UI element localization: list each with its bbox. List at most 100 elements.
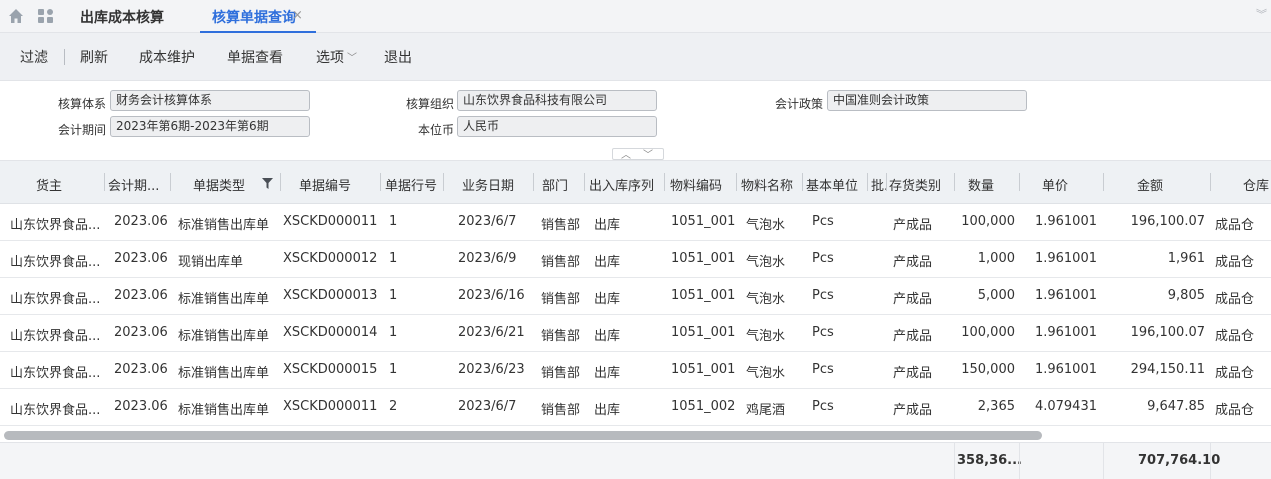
col-divider[interactable] — [104, 173, 105, 191]
table-row[interactable]: 山东饮界食品... 2023.06 现销出库单 XSCKD000012 1 2023/6/… — [0, 241, 1271, 278]
refresh-button[interactable]: 刷新 — [80, 47, 108, 67]
cell-material-name: 气泡水 — [746, 255, 786, 270]
tab-outbound-cost-accounting[interactable]: 出库成本核算 — [80, 7, 164, 27]
cell-qty: 2,365 — [977, 399, 1015, 414]
scrollbar-thumb[interactable] — [4, 431, 1042, 440]
options-menu[interactable]: 选项 ﹀ — [316, 47, 357, 67]
col-divider[interactable] — [170, 173, 171, 191]
col-divider[interactable] — [1019, 173, 1020, 191]
chevron-double-down-icon[interactable]: ︾ — [1256, 6, 1267, 22]
cell-line-no: 1 — [389, 214, 398, 229]
col-header-qty[interactable]: 数量 — [968, 175, 994, 194]
col-header-base-unit[interactable]: 基本单位 — [806, 175, 858, 194]
col-divider[interactable] — [584, 173, 585, 191]
col-divider[interactable] — [954, 173, 955, 191]
col-divider[interactable] — [280, 173, 281, 191]
col-header-material-code[interactable]: 物料编码 — [670, 175, 722, 194]
col-divider[interactable] — [886, 173, 887, 191]
col-header-owner[interactable]: 货主 — [36, 175, 62, 194]
system-field[interactable]: 财务会计核算体系 — [110, 90, 310, 111]
grid-header: 货主 会计期... 单据类型 单据编号 单据行号 业务日期 部门 出入库序列 物… — [0, 161, 1271, 204]
col-header-doc-no[interactable]: 单据编号 — [299, 175, 351, 194]
col-divider[interactable] — [736, 173, 737, 191]
cell-line-no: 1 — [389, 325, 398, 340]
col-header-material-name[interactable]: 物料名称 — [741, 175, 793, 194]
org-field[interactable]: 山东饮界食品科技有限公司 — [457, 90, 657, 111]
col-header-io-seq[interactable]: 出入库序列 — [589, 175, 654, 194]
grid-footer-totals: 358,36... 707,764.10 — [0, 442, 1271, 479]
cell-dept: 销售部 — [541, 329, 581, 344]
col-divider — [1019, 443, 1020, 479]
col-header-dept[interactable]: 部门 — [542, 175, 568, 194]
col-divider[interactable] — [867, 173, 868, 191]
chevron-down-icon[interactable]: ﹀ — [643, 146, 653, 161]
cell-qty: 5,000 — [977, 288, 1015, 303]
cell-stock-category: 产成品 — [893, 366, 933, 381]
col-divider[interactable] — [380, 173, 381, 191]
col-header-unit-price[interactable]: 单价 — [1042, 175, 1068, 194]
panel-splitter[interactable]: ︿ ﹀ — [612, 146, 664, 161]
cell-doc-no: XSCKD000013 — [283, 288, 378, 303]
cost-maintain-button[interactable]: 成本维护 — [139, 47, 195, 67]
cell-io-seq: 出库 — [594, 255, 621, 270]
chevron-up-icon[interactable]: ︿ — [621, 146, 631, 161]
cell-material-name: 气泡水 — [746, 366, 786, 381]
col-header-doc-type[interactable]: 单据类型 — [193, 175, 245, 194]
col-divider[interactable] — [443, 173, 444, 191]
cell-doc-no: XSCKD000011 — [283, 214, 378, 229]
cell-warehouse: 成品仓 — [1215, 292, 1255, 307]
policy-field[interactable]: 中国准则会计政策 — [827, 90, 1027, 111]
cell-base-unit: Pcs — [812, 325, 834, 340]
tab-accounting-doc-query[interactable]: 核算单据查询 × — [200, 0, 316, 33]
toolbar-divider — [64, 49, 65, 65]
col-header-biz-date[interactable]: 业务日期 — [462, 175, 514, 194]
col-divider[interactable] — [533, 173, 534, 191]
cell-biz-date: 2023/6/23 — [458, 362, 525, 377]
cell-dept: 销售部 — [541, 366, 581, 381]
cell-biz-date: 2023/6/16 — [458, 288, 525, 303]
currency-field[interactable]: 人民币 — [457, 116, 657, 137]
apps-grid-icon[interactable] — [38, 9, 54, 23]
close-icon[interactable]: × — [292, 8, 303, 23]
cell-material-name: 气泡水 — [746, 292, 786, 307]
cell-owner: 山东饮界食品... — [10, 366, 101, 381]
filter-button[interactable]: 过滤 — [20, 47, 48, 67]
cell-io-seq: 出库 — [594, 292, 621, 307]
options-label: 选项 — [316, 50, 344, 66]
col-header-amount[interactable]: 金额 — [1137, 175, 1163, 194]
table-row[interactable]: 山东饮界食品... 2023.06 标准销售出库单 XSCKD000013 1 2023/… — [0, 278, 1271, 315]
amount-total: 707,764.10 — [1138, 453, 1221, 468]
cell-material-code: 1051_001 — [671, 214, 736, 229]
col-divider[interactable] — [1103, 173, 1104, 191]
col-header-warehouse[interactable]: 仓库 — [1243, 175, 1271, 194]
cell-doc-no: XSCKD000014 — [283, 325, 378, 340]
col-header-period[interactable]: 会计期... — [108, 175, 159, 194]
cell-doc-type: 标准销售出库单 — [178, 366, 270, 381]
col-divider[interactable] — [1210, 173, 1211, 191]
cell-amount: 9,805 — [1167, 288, 1205, 303]
doc-view-button[interactable]: 单据查看 — [227, 47, 283, 67]
cell-io-seq: 出库 — [594, 329, 621, 344]
col-divider — [1103, 443, 1104, 479]
cell-period: 2023.06 — [114, 214, 168, 229]
cell-unit-price: 1.961001 — [1034, 251, 1097, 266]
currency-label: 本位币 — [417, 123, 454, 137]
col-divider[interactable] — [802, 173, 803, 191]
table-row[interactable]: 山东饮界食品... 2023.06 标准销售出库单 XSCKD000015 1 2023/… — [0, 352, 1271, 389]
cell-material-code: 1051_001 — [671, 325, 736, 340]
period-field[interactable]: 2023年第6期-2023年第6期 — [110, 116, 310, 137]
home-icon[interactable] — [8, 8, 24, 24]
col-header-stock-category[interactable]: 存货类别 — [889, 175, 941, 194]
qty-total: 358,36... — [957, 453, 1022, 468]
cell-amount: 196,100.07 — [1130, 214, 1205, 229]
tab-bar: 出库成本核算 核算单据查询 × ︾ — [0, 0, 1271, 33]
table-row[interactable]: 山东饮界食品... 2023.06 标准销售出库单 XSCKD000014 1 2023/… — [0, 315, 1271, 352]
col-header-line-no[interactable]: 单据行号 — [385, 175, 437, 194]
col-divider[interactable] — [664, 173, 665, 191]
cell-warehouse: 成品仓 — [1215, 366, 1255, 381]
table-row[interactable]: 山东饮界食品... 2023.06 标准销售出库单 XSCKD000011 2 2023/… — [0, 389, 1271, 426]
exit-button[interactable]: 退出 — [384, 47, 412, 67]
filter-funnel-icon[interactable] — [262, 178, 273, 189]
table-row[interactable]: 山东饮界食品... 2023.06 标准销售出库单 XSCKD000011 1 2023/… — [0, 204, 1271, 241]
cell-doc-type: 现销出库单 — [178, 255, 244, 270]
